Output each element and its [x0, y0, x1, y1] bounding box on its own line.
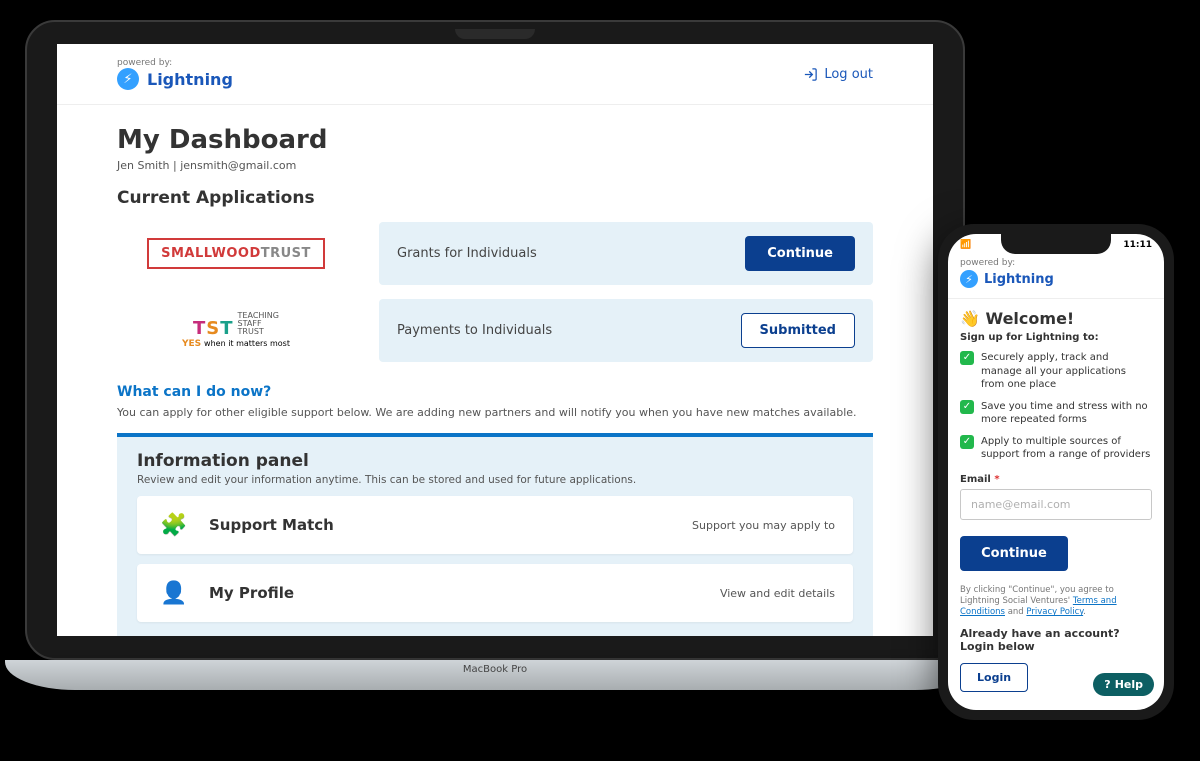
bullet: Save you time and stress with no more re…: [981, 400, 1152, 427]
brand: ⚡ Lightning: [960, 270, 1152, 288]
legal-notice: By clicking "Continue", you agree to Lig…: [960, 585, 1152, 619]
info-panel-desc: Review and edit your information anytime…: [137, 474, 853, 486]
bullet: Apply to multiple sources of support fro…: [981, 435, 1152, 462]
application-row: SMALLWOODTRUST Grants for Individuals Co…: [117, 222, 873, 285]
status-time: 11:11: [1123, 240, 1152, 250]
check-icon: ✓: [960, 351, 974, 365]
bullet: Securely apply, track and manage all you…: [981, 351, 1152, 392]
application-name: Payments to Individuals: [397, 323, 552, 338]
tile-title: Support Match: [209, 516, 676, 534]
email-field[interactable]: [960, 489, 1152, 520]
my-profile-tile[interactable]: 👤 My Profile View and edit details: [137, 564, 853, 622]
lightning-icon: ⚡: [117, 68, 139, 90]
puzzle-icon: 🧩: [155, 506, 193, 544]
profile-icon: 👤: [155, 574, 193, 612]
tst-logo: TSTTEACHINGSTAFFTRUST YES when it matter…: [182, 312, 290, 349]
tile-action: View and edit details: [720, 587, 835, 600]
phone-mockup: 📶 11:11 powered by: ⚡ Lightning 👋 Welcom…: [938, 224, 1174, 720]
brand-name: Lightning: [147, 70, 233, 89]
tile-title: My Profile: [209, 584, 704, 602]
brand: ⚡ Lightning: [117, 68, 233, 90]
smallwood-logo: SMALLWOODTRUST: [147, 238, 325, 269]
laptop-model: MacBook Pro: [463, 664, 527, 675]
page-title: My Dashboard: [117, 125, 873, 155]
what-now-heading: What can I do now?: [117, 384, 873, 400]
privacy-link[interactable]: Privacy Policy: [1026, 607, 1083, 617]
already-account: Already have an account? Login below: [960, 627, 1152, 653]
submitted-button[interactable]: Submitted: [741, 313, 855, 348]
logout-button[interactable]: Log out: [803, 67, 873, 82]
apps-heading: Current Applications: [117, 188, 873, 208]
login-button[interactable]: Login: [960, 663, 1028, 692]
continue-button[interactable]: Continue: [960, 536, 1068, 571]
powered-by: powered by:: [117, 58, 233, 68]
help-button[interactable]: ?Help: [1093, 673, 1154, 696]
tile-action: Support you may apply to: [692, 519, 835, 532]
signup-subheading: Sign up for Lightning to:: [960, 332, 1152, 343]
info-panel-title: Information panel: [137, 451, 853, 471]
continue-button[interactable]: Continue: [745, 236, 855, 271]
laptop-mockup: powered by: ⚡ Lightning Log out My Dashb…: [25, 20, 965, 690]
help-icon: ?: [1104, 678, 1110, 691]
info-panel: Information panel Review and edit your i…: [117, 433, 873, 636]
logout-icon: [803, 67, 818, 82]
lightning-icon: ⚡: [960, 270, 978, 288]
welcome-heading: 👋 Welcome!: [960, 309, 1152, 328]
check-icon: ✓: [960, 400, 974, 414]
what-now-desc: You can apply for other eligible support…: [117, 406, 873, 419]
logout-label: Log out: [824, 67, 873, 82]
powered-by: powered by:: [960, 258, 1152, 268]
support-match-tile[interactable]: 🧩 Support Match Support you may apply to: [137, 496, 853, 554]
application-row: TSTTEACHINGSTAFFTRUST YES when it matter…: [117, 299, 873, 362]
application-name: Grants for Individuals: [397, 246, 537, 261]
user-identity: Jen Smith | jensmith@gmail.com: [117, 159, 873, 172]
brand-name: Lightning: [984, 272, 1054, 287]
email-label: Email *: [960, 474, 1152, 485]
signal-icon: 📶: [960, 240, 971, 250]
check-icon: ✓: [960, 435, 974, 449]
desktop-app: powered by: ⚡ Lightning Log out My Dashb…: [57, 44, 933, 636]
